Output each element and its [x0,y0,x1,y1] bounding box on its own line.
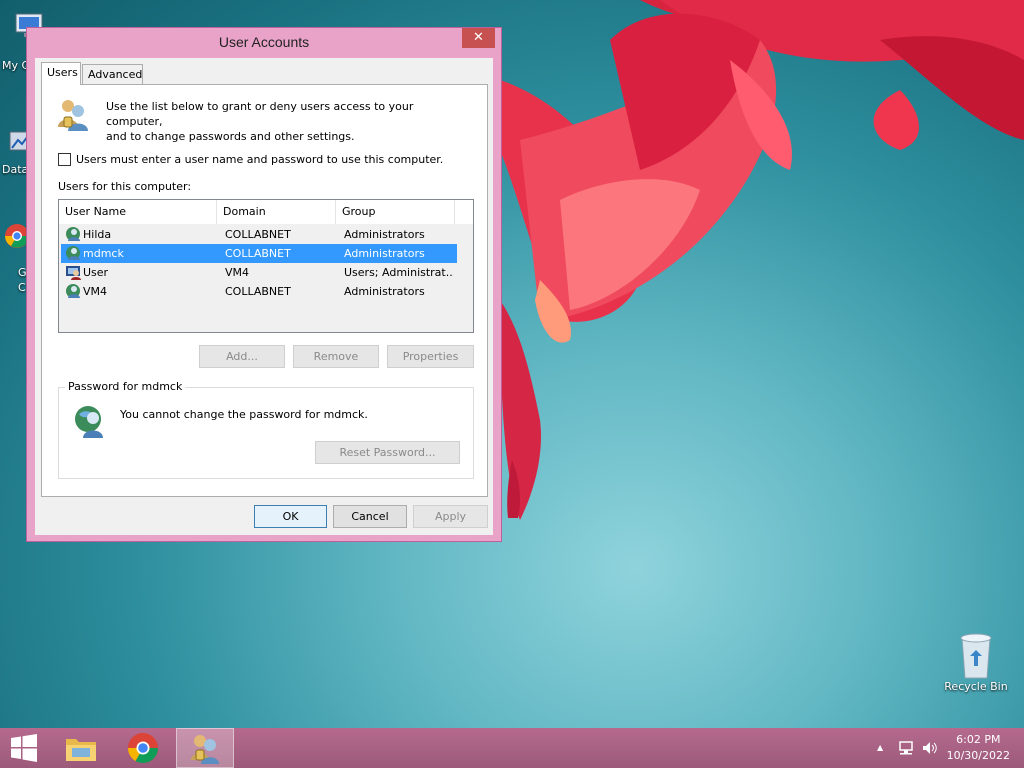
cell-user-name: mdmck [83,247,124,260]
cell-group: Administrators [344,285,425,298]
cell-group: Administrators [344,228,425,241]
dialog-client: Users Advanced Use the list below to gra… [35,58,493,535]
taskbar-file-explorer[interactable] [52,728,110,768]
tab-advanced[interactable]: Advanced [82,64,143,84]
properties-button[interactable]: Properties [387,345,474,368]
show-hidden-icons-button[interactable]: ▲ [877,743,883,752]
chrome-icon [128,733,158,764]
system-clock[interactable]: 6:02 PM 10/30/2022 [947,732,1010,764]
clock-date: 10/30/2022 [946,749,1010,762]
desktop-icon-recycle-bin[interactable]: Recycle Bin [940,630,1012,693]
windows-logo-icon [11,734,37,762]
table-row[interactable]: Hilda COLLABNET Administrators [61,225,457,244]
cell-user-name: User [83,266,109,279]
users-icon [58,100,88,131]
start-button[interactable] [0,728,48,768]
taskbar-user-accounts[interactable] [176,728,234,768]
cell-domain: VM4 [225,266,250,279]
column-user-name[interactable]: User Name [59,200,217,224]
folder-icon [66,739,96,761]
intro-line-1: Use the list below to grant or deny user… [106,100,414,128]
volume-icon[interactable] [921,740,937,756]
cancel-button[interactable]: Cancel [333,505,407,528]
tab-users[interactable]: Users [41,62,81,85]
table-row-selected[interactable]: mdmck COLLABNET Administrators [61,244,457,263]
domain-user-large-icon [75,406,103,438]
ok-button[interactable]: OK [254,505,327,528]
user-accounts-window: User Accounts ✕ Users Advanced Use the l… [26,27,502,542]
domain-user-icon [66,284,80,298]
reset-password-button[interactable]: Reset Password... [315,441,460,464]
title-bar[interactable]: User Accounts ✕ [27,28,501,56]
network-icon[interactable] [898,740,914,756]
recycle-bin-label: Recycle Bin [944,680,1008,693]
clock-time: 6:02 PM [956,733,1001,746]
cell-user-name: VM4 [83,285,108,298]
users-icon [191,735,219,764]
intro-line-2: and to change passwords and other settin… [106,130,355,143]
checkbox-label: Users must enter a user name and passwor… [76,153,444,166]
remove-button[interactable]: Remove [293,345,379,368]
column-domain[interactable]: Domain [217,200,336,224]
table-row[interactable]: VM4 COLLABNET Administrators [61,282,457,301]
cell-domain: COLLABNET [225,247,291,260]
domain-user-icon [66,246,80,260]
intro-text: Use the list below to grant or deny user… [106,99,466,144]
add-button[interactable]: Add... [199,345,285,368]
close-button[interactable]: ✕ [462,28,495,48]
domain-user-icon [66,227,80,241]
cell-domain: COLLABNET [225,228,291,241]
window-title: User Accounts [218,34,310,50]
users-list-label: Users for this computer: [58,180,192,193]
table-row[interactable]: User VM4 Users; Administrat... [61,263,457,282]
users-tab-panel: Use the list below to grant or deny user… [41,84,488,497]
recycle-bin-icon [960,633,992,679]
users-list[interactable]: User Name Domain Group Hilda COLLABNET A… [58,199,474,333]
local-user-icon [66,266,81,280]
taskbar: ▲ 6:02 PM 10/30/2022 [0,728,1024,768]
cell-group: Users; Administrat... [344,266,454,279]
checkbox-box[interactable] [58,153,71,166]
require-password-checkbox[interactable]: Users must enter a user name and passwor… [58,153,443,166]
cell-user-name: Hilda [83,228,112,241]
column-group[interactable]: Group [336,200,455,224]
list-header: User Name Domain Group [59,200,473,224]
taskbar-chrome[interactable] [114,728,172,768]
apply-button[interactable]: Apply [413,505,488,528]
cell-group: Administrators [344,247,425,260]
cell-domain: COLLABNET [225,285,291,298]
password-group-label: Password for mdmck [65,380,186,393]
password-groupbox: Password for mdmck You cannot change the… [58,380,474,479]
password-info-text: You cannot change the password for mdmck… [120,408,368,421]
